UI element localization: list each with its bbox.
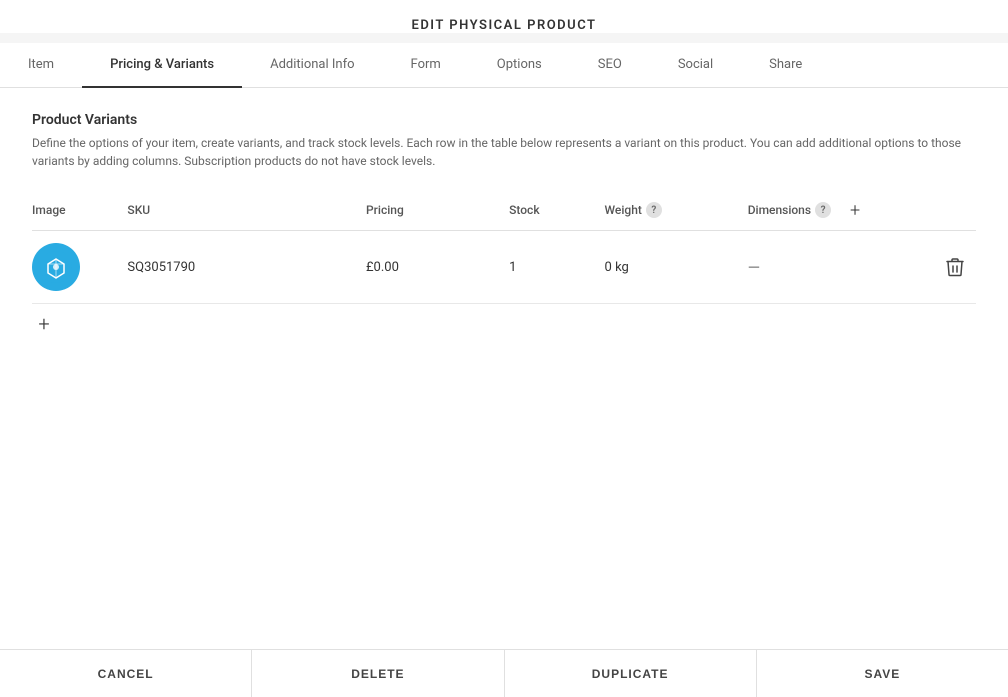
footer: CANCEL DELETE DUPLICATE SAVE [0, 649, 1008, 697]
delete-row-button[interactable] [904, 257, 964, 277]
page-title: EDIT PHYSICAL PRODUCT [0, 18, 1008, 33]
add-column-button[interactable]: + [843, 198, 867, 222]
main-content: Product Variants Define the options of y… [0, 88, 1008, 649]
row-dimensions-cell: — [748, 231, 905, 304]
row-stock-cell: 1 [509, 231, 604, 304]
page-header: EDIT PHYSICAL PRODUCT [0, 0, 1008, 33]
dimensions-dash: — [748, 258, 760, 277]
tab-options[interactable]: Options [469, 43, 570, 88]
avatar-icon [40, 251, 72, 283]
table-header-row: Image SKU Pricing Stock Weight ? [32, 190, 976, 231]
row-weight-cell: 0 kg [605, 231, 748, 304]
tab-social[interactable]: Social [650, 43, 741, 88]
duplicate-button[interactable]: DUPLICATE [505, 650, 757, 697]
tab-pricing-variants[interactable]: Pricing & Variants [82, 43, 242, 88]
col-header-weight: Weight ? [605, 190, 748, 231]
tab-seo[interactable]: SEO [570, 43, 650, 88]
col-header-actions [904, 190, 976, 231]
col-header-stock: Stock [509, 190, 604, 231]
tab-share[interactable]: Share [741, 43, 830, 88]
dimensions-help-icon[interactable]: ? [815, 202, 831, 218]
col-header-dimensions: Dimensions ? + [748, 190, 905, 231]
tabs-bar: Item Pricing & Variants Additional Info … [0, 43, 1008, 88]
add-variant-button[interactable]: + [32, 312, 56, 336]
variants-table: Image SKU Pricing Stock Weight ? [32, 190, 976, 304]
delete-button[interactable]: DELETE [252, 650, 504, 697]
row-sku-cell: SQ3051790 [127, 231, 366, 304]
tab-item[interactable]: Item [0, 43, 82, 88]
row-image-cell [32, 231, 127, 304]
table-row: SQ3051790 £0.00 1 0 kg — [32, 231, 976, 304]
trash-icon [946, 257, 964, 277]
col-header-sku: SKU [127, 190, 366, 231]
section-title: Product Variants [32, 112, 976, 128]
row-pricing-cell: £0.00 [366, 231, 509, 304]
section-description: Define the options of your item, create … [32, 134, 976, 170]
cancel-button[interactable]: CANCEL [0, 650, 252, 697]
weight-help-icon[interactable]: ? [646, 202, 662, 218]
col-header-image: Image [32, 190, 127, 231]
product-avatar[interactable] [32, 243, 80, 291]
col-header-pricing: Pricing [366, 190, 509, 231]
tab-form[interactable]: Form [383, 43, 469, 88]
tab-additional-info[interactable]: Additional Info [242, 43, 382, 88]
row-actions-cell [904, 231, 976, 304]
save-button[interactable]: SAVE [757, 650, 1008, 697]
